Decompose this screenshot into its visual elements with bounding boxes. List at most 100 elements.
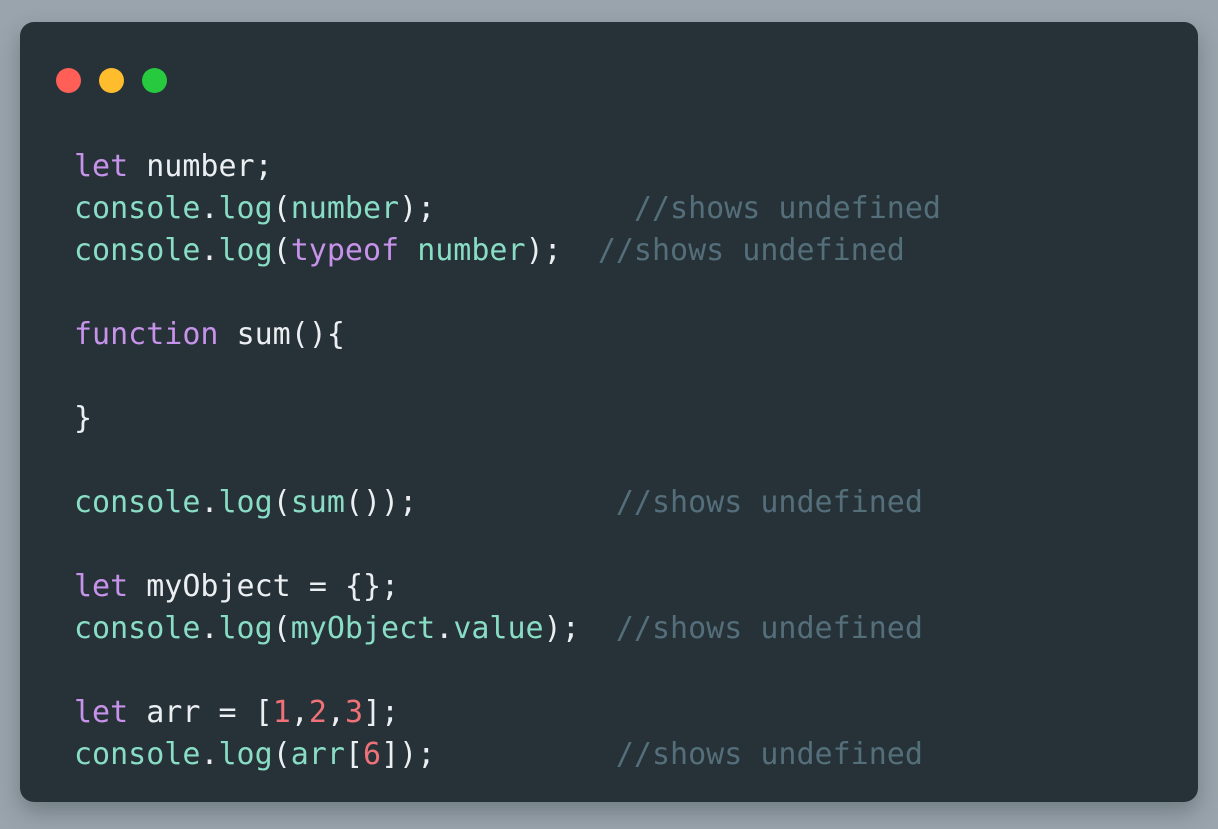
- code-token-punct: ;: [417, 191, 436, 226]
- code-token-plain: number: [146, 149, 255, 184]
- code-token-punct: .: [435, 611, 454, 646]
- code-token-ident: number: [290, 191, 400, 226]
- code-token-keyword: let: [74, 695, 129, 730]
- code-token-punct: (){: [290, 317, 345, 352]
- code-token-ident: console: [74, 611, 201, 646]
- code-token-punct: [: [344, 737, 363, 772]
- maximize-window-icon[interactable]: [142, 68, 167, 93]
- code-line: console.log(myObject.value); //shows und…: [74, 608, 1198, 650]
- code-lines: let number; console.log(number); //shows …: [74, 146, 1198, 776]
- code-line: let myObject = {};: [74, 566, 1198, 608]
- code-token-punct: (: [272, 485, 291, 520]
- code-token-punct: ;: [543, 233, 562, 268]
- traffic-lights: [56, 68, 1198, 93]
- code-token-punct: (: [272, 737, 291, 772]
- code-line: let arr = [1,2,3];: [74, 692, 1198, 734]
- code-token-punct: ;: [254, 149, 273, 184]
- code-token-ident: log: [218, 611, 273, 646]
- code-line: console.log(sum()); //shows undefined: [74, 482, 1198, 524]
- code-token-comment: //shows undefined: [597, 233, 905, 268]
- code-token-punct: ): [525, 233, 544, 268]
- code-token-ident: log: [218, 233, 273, 268]
- code-token-plain: myObject: [146, 569, 291, 604]
- code-line: console.log(typeof number); //shows unde…: [74, 230, 1198, 272]
- code-token-punct: .: [200, 233, 219, 268]
- code-token-ident: sum: [290, 485, 345, 520]
- code-token-ident: number: [417, 233, 526, 268]
- app-root: let number; console.log(number); //shows …: [0, 0, 1218, 829]
- code-token-ident: log: [218, 737, 273, 772]
- code-token-punct: ];: [363, 695, 400, 730]
- code-token-keyword: let: [74, 569, 129, 604]
- code-token-punct: }: [74, 401, 93, 436]
- code-token-number: 3: [344, 695, 363, 730]
- code-token-plain: arr: [146, 695, 201, 730]
- code-token-punct: (: [272, 233, 291, 268]
- code-token-punct: ,: [326, 695, 345, 730]
- code-token-punct: ): [399, 737, 418, 772]
- code-token-keyword: function: [74, 317, 219, 352]
- minimize-window-icon[interactable]: [99, 68, 124, 93]
- code-token-comment: //shows undefined: [615, 611, 923, 646]
- code-token-comment: //shows undefined: [615, 737, 923, 772]
- code-snippet-window: let number; console.log(number); //shows …: [20, 22, 1198, 802]
- code-token-punct: .: [200, 485, 219, 520]
- code-token-punct: ): [543, 611, 562, 646]
- code-token-plain: sum: [236, 317, 291, 352]
- code-line: console.log(number); //shows undefined: [74, 188, 1198, 230]
- code-token-keyword: let: [74, 149, 129, 184]
- code-token-punct: ;: [561, 611, 580, 646]
- code-token-punct: ;: [417, 737, 436, 772]
- code-token-punct: ,: [290, 695, 309, 730]
- code-token-ident: arr: [290, 737, 345, 772]
- code-token-punct: {};: [344, 569, 400, 604]
- code-token-comment: //shows undefined: [615, 485, 923, 520]
- code-token-punct: ): [399, 191, 418, 226]
- code-token-ident: log: [218, 485, 273, 520]
- code-token-number: 1: [272, 695, 291, 730]
- code-token-ident: value: [453, 611, 544, 646]
- code-token-keyword: typeof: [290, 233, 400, 268]
- code-editor-area[interactable]: let number; console.log(number); //shows …: [20, 118, 1198, 802]
- code-line: }: [74, 398, 1198, 440]
- code-token-ident: console: [74, 191, 201, 226]
- code-token-punct: (: [272, 611, 291, 646]
- code-token-ident: log: [218, 191, 273, 226]
- code-token-ident: myObject: [290, 611, 436, 646]
- code-token-punct: [: [254, 695, 273, 730]
- code-token-ident: console: [74, 485, 201, 520]
- code-token-ident: console: [74, 233, 201, 268]
- code-token-punct: .: [200, 611, 219, 646]
- code-line: console.log(arr[6]); //shows undefined: [74, 734, 1198, 776]
- code-token-punct: =: [218, 695, 237, 730]
- window-titlebar: [20, 22, 1198, 118]
- code-token-ident: console: [74, 737, 201, 772]
- code-token-punct: .: [200, 191, 219, 226]
- code-line: let number;: [74, 146, 1198, 188]
- code-token-punct: ]: [381, 737, 400, 772]
- code-line: function sum(){: [74, 314, 1198, 356]
- code-token-comment: //shows undefined: [633, 191, 941, 226]
- code-token-punct: (: [272, 191, 291, 226]
- code-token-number: 2: [308, 695, 327, 730]
- code-token-number: 6: [363, 737, 382, 772]
- close-window-icon[interactable]: [56, 68, 81, 93]
- code-token-punct: =: [308, 569, 327, 604]
